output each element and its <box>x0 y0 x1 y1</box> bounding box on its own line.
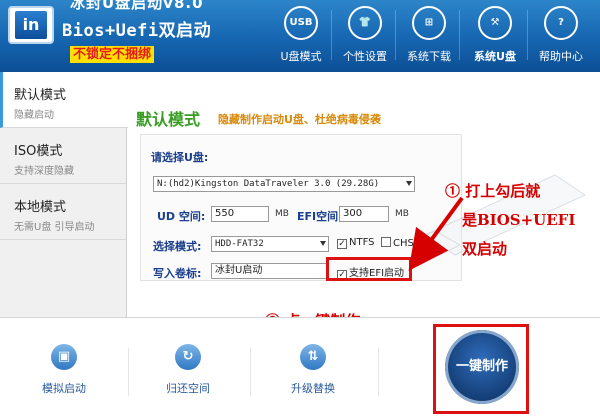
button-label: 归还空间 <box>166 382 210 395</box>
simulate-boot-button[interactable]: ▣ 模拟启动 <box>24 344 104 396</box>
onekey-make-button[interactable]: 一键制作 <box>445 330 519 404</box>
toolbar-divider <box>250 348 251 396</box>
refresh-icon: ↻ <box>175 344 201 370</box>
restore-space-button[interactable]: ↻ 归还空间 <box>148 344 228 396</box>
toolbar-divider <box>128 348 129 396</box>
toolbar-divider <box>378 348 379 396</box>
arrow-to-efi-checkbox <box>408 196 464 271</box>
upgrade-replace-button[interactable]: ⇅ 升级替换 <box>273 344 353 396</box>
monitor-icon: ▣ <box>51 344 77 370</box>
upgrade-icon: ⇅ <box>300 344 326 370</box>
button-label: 升级替换 <box>291 382 335 395</box>
button-label: 模拟启动 <box>42 382 86 395</box>
